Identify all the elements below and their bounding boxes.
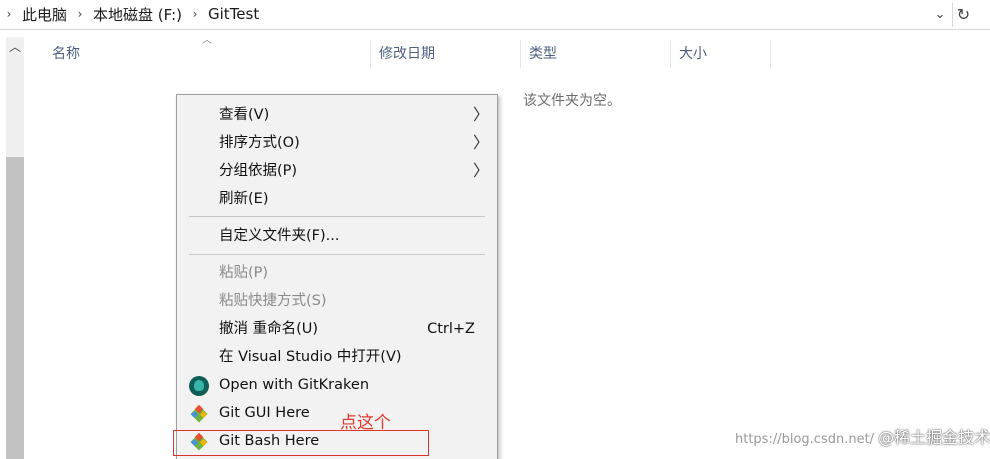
chevron-down-icon[interactable]: ⌄ xyxy=(930,4,950,26)
git-icon xyxy=(189,404,209,424)
menu-item-label: Open with GitKraken xyxy=(219,377,370,393)
submenu-arrow-icon: 〉 xyxy=(473,161,490,180)
menu-item-label: 自定义文件夹(F)... xyxy=(219,228,340,244)
menu-item-paste: 粘贴(P) xyxy=(177,259,497,287)
watermark: https://blog.csdn.net/@稀土掘金技术社区 xyxy=(735,424,990,448)
menu-item-label: 粘贴(P) xyxy=(219,265,269,281)
annotation-text: 点这个 xyxy=(340,413,391,433)
annotation-highlight-box xyxy=(173,430,429,456)
column-header-type[interactable]: 类型 xyxy=(521,40,671,68)
chevron-right-icon[interactable]: › xyxy=(186,7,204,21)
scroll-up-icon[interactable]: ︿ xyxy=(6,37,24,57)
submenu-arrow-icon: 〉 xyxy=(473,133,490,152)
chevron-right-icon[interactable]: › xyxy=(71,7,89,21)
menu-item-view[interactable]: 查看(V) 〉 xyxy=(177,101,497,129)
column-header-modified[interactable]: 修改日期 xyxy=(371,40,521,68)
gitkraken-icon xyxy=(189,376,209,396)
column-header-size[interactable]: 大小 xyxy=(671,40,771,68)
empty-folder-message: 该文件夹为空。 xyxy=(523,93,621,109)
menu-item-label: 查看(V) xyxy=(219,107,270,123)
refresh-icon[interactable]: ↻ xyxy=(952,3,974,27)
submenu-arrow-icon: 〉 xyxy=(473,105,490,124)
menu-item-paste-shortcut: 粘贴快捷方式(S) xyxy=(177,287,497,315)
breadcrumb-drive-f[interactable]: 本地磁盘 (F:) xyxy=(89,4,186,25)
menu-item-label: 在 Visual Studio 中打开(V) xyxy=(219,349,402,365)
breadcrumb: › 此电脑 › 本地磁盘 (F:) › GitTest xyxy=(0,0,263,28)
menu-item-label: 刷新(E) xyxy=(219,191,269,207)
menu-separator xyxy=(189,254,485,255)
vertical-scrollbar[interactable]: ︿ xyxy=(6,37,24,459)
menu-item-customize-folder[interactable]: 自定义文件夹(F)... xyxy=(177,222,497,250)
menu-item-label: 分组依据(P) xyxy=(219,163,298,179)
menu-item-git-gui-here[interactable]: Git GUI Here xyxy=(177,399,497,427)
menu-item-group-by[interactable]: 分组依据(P) 〉 xyxy=(177,157,497,185)
scroll-thumb[interactable] xyxy=(6,157,24,459)
menu-item-undo-rename[interactable]: 撤消 重命名(U) Ctrl+Z xyxy=(177,315,497,343)
menu-item-refresh[interactable]: 刷新(E) xyxy=(177,185,497,213)
address-bar[interactable]: › 此电脑 › 本地磁盘 (F:) › GitTest ⌄ ↻ xyxy=(0,0,990,30)
column-header-name[interactable]: 名称 xyxy=(44,40,371,68)
watermark-url: https://blog.csdn.net/ xyxy=(735,432,875,447)
chevron-right-icon[interactable]: › xyxy=(0,7,18,21)
menu-item-label: 排序方式(O) xyxy=(219,135,300,151)
menu-item-label: 撤消 重命名(U) xyxy=(219,321,319,337)
menu-item-open-with-gitkraken[interactable]: Open with GitKraken xyxy=(177,371,497,399)
menu-item-label: Git GUI Here xyxy=(219,405,310,421)
breadcrumb-this-pc[interactable]: 此电脑 xyxy=(18,4,71,25)
menu-item-sort-by[interactable]: 排序方式(O) 〉 xyxy=(177,129,497,157)
menu-item-open-in-visual-studio[interactable]: 在 Visual Studio 中打开(V) xyxy=(177,343,497,371)
context-menu: 查看(V) 〉 排序方式(O) 〉 分组依据(P) 〉 刷新(E) 自定义文件夹… xyxy=(176,94,498,459)
breadcrumb-gittest[interactable]: GitTest xyxy=(204,5,263,23)
menu-item-shortcut: Ctrl+Z xyxy=(427,321,475,337)
menu-item-label: 粘贴快捷方式(S) xyxy=(219,293,327,309)
menu-separator xyxy=(189,216,485,217)
watermark-brand: @稀土掘金技术社区 xyxy=(878,428,990,447)
